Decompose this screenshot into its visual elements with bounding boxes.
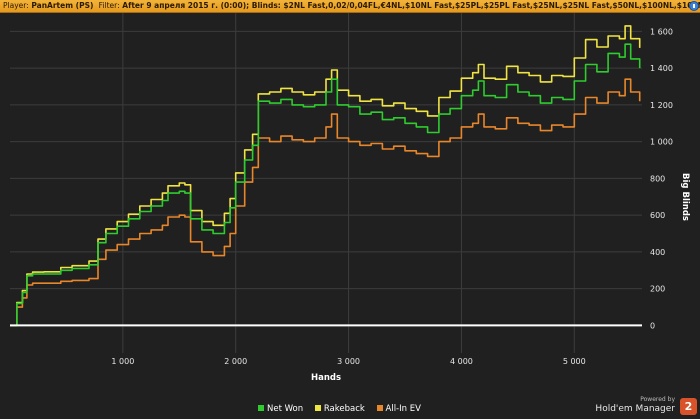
y-tick-label: 1 400 [650, 64, 673, 73]
legend-swatch-net-won [258, 405, 264, 411]
report-header-bar: Player: PanArtem (PS) Filter: After 9 ап… [0, 0, 700, 13]
x-tick-label: 4 000 [450, 357, 473, 366]
player-label: Player: [3, 1, 29, 10]
y-tick-label: 0 [650, 321, 655, 330]
powered-by-text: Powered by [640, 396, 675, 403]
chart-legend: Net Won Rakeback All-In EV [258, 404, 430, 416]
legend-item-rakeback[interactable]: Rakeback [314, 404, 365, 414]
y-axis-title: Big Blinds [680, 173, 690, 221]
legend-swatch-all-in-ev [376, 405, 383, 411]
legend-item-net-won[interactable]: Net Won [258, 404, 303, 414]
brand-watermark: Powered by Hold'em Manager 2 [587, 396, 697, 416]
filter-label: Filter: [98, 1, 120, 10]
y-tick-label: 1 600 [650, 27, 673, 36]
y-axis-ticks: 0 200 400 600 800 1 000 1 200 1 400 1 600 [650, 27, 673, 330]
header-text: Player: PanArtem (PS) Filter: After 9 ап… [3, 0, 700, 12]
filter-text: After 9 апреля 2015 г. (0:00); Blinds: $… [122, 1, 700, 10]
legend-swatch-rakeback [314, 405, 321, 411]
y-tick-label: 600 [650, 211, 665, 220]
y-tick-label: 200 [650, 285, 665, 294]
x-tick-label: 2 000 [224, 357, 247, 366]
y-tick-label: 1 000 [650, 138, 673, 147]
legend-label-net-won: Net Won [267, 404, 304, 414]
legend-label-rakeback: Rakeback [323, 404, 365, 414]
player-name: PanArtem (PS) [31, 1, 94, 10]
x-tick-label: 3 000 [337, 357, 360, 366]
holdem-manager-logo-icon: 2 [680, 398, 697, 415]
x-axis-title: Hands [311, 373, 341, 383]
x-tick-label: 5 000 [563, 357, 586, 366]
info-icon[interactable] [689, 1, 699, 11]
plot-background [10, 13, 642, 353]
y-tick-label: 400 [650, 248, 665, 257]
brand-name: Hold'em Manager [595, 404, 675, 414]
winnings-graph: 1 000 2 000 3 000 4 000 5 000 0 200 400 600 800 1… [10, 13, 690, 383]
x-tick-label: 1 000 [111, 357, 134, 366]
x-axis-ticks: 1 000 2 000 3 000 4 000 5 000 [111, 357, 585, 366]
legend-item-all-in-ev[interactable]: All-In EV [376, 404, 421, 414]
legend-label-all-in-ev: All-In EV [385, 404, 421, 414]
y-tick-label: 800 [650, 174, 665, 183]
y-tick-label: 1 200 [650, 101, 673, 110]
